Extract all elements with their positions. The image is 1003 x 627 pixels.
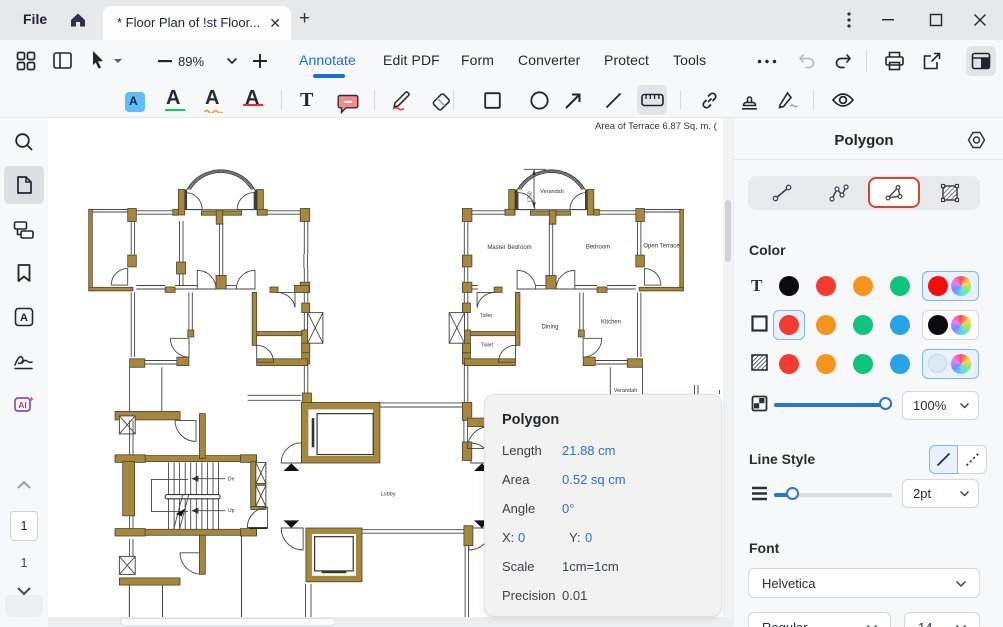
svg-text:1750: 1750 xyxy=(528,191,534,202)
svg-text:Bedroom: Bedroom xyxy=(586,245,610,251)
svg-text:Toilet: Toilet xyxy=(481,343,493,349)
svg-text:Dining: Dining xyxy=(541,325,558,331)
svg-text:Area of Terrace 6.87 Sq. m. (: Area of Terrace 6.87 Sq. m. ( xyxy=(595,121,718,132)
svg-text:Lobby: Lobby xyxy=(381,492,396,498)
svg-text:Open Terrace: Open Terrace xyxy=(643,244,680,250)
svg-text:Verandah: Verandah xyxy=(540,189,564,195)
svg-text:Master Bedroom: Master Bedroom xyxy=(487,245,531,251)
svg-text:Toilet: Toilet xyxy=(480,313,492,319)
svg-text:Dn: Dn xyxy=(228,477,235,483)
svg-text:A: A xyxy=(20,312,28,324)
svg-text:Up: Up xyxy=(228,508,235,514)
svg-text:AI: AI xyxy=(18,400,27,410)
svg-text:Kitchen: Kitchen xyxy=(601,320,621,326)
